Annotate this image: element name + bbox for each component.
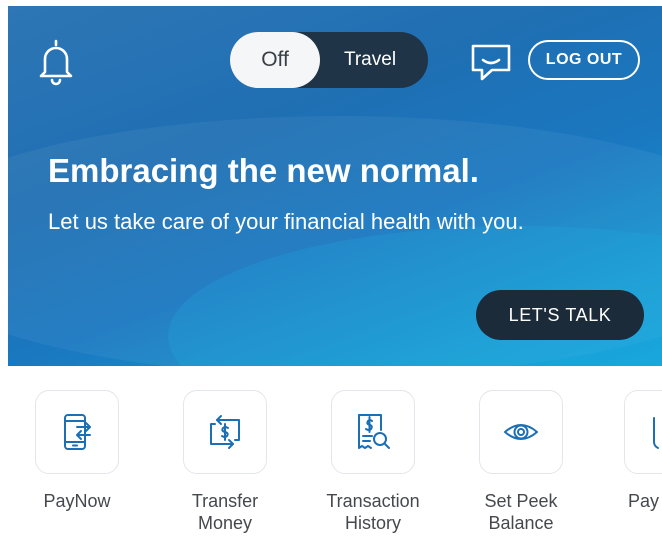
transfer-money-icon	[210, 415, 240, 449]
travel-mode-toggle[interactable]: Off Travel	[230, 32, 428, 88]
shortcut-label: PayNow	[43, 491, 111, 511]
shortcut-transaction-history[interactable]: Transaction History	[308, 390, 438, 534]
shortcut-label: Transaction History	[326, 491, 420, 533]
shortcut-paynow[interactable]: PayNow	[12, 390, 142, 512]
shortcut-label: Pay	[628, 491, 660, 511]
shortcut-pay-partial[interactable]: Pay	[604, 390, 662, 512]
shortcut-label: Transfer Money	[191, 491, 259, 533]
shortcut-transfer-money[interactable]: Transfer Money	[160, 390, 290, 534]
chat-icon[interactable]	[470, 42, 512, 84]
shortcut-set-peek-balance[interactable]: Set Peek Balance	[456, 390, 586, 534]
bell-icon[interactable]	[36, 38, 76, 86]
shortcut-tile[interactable]	[624, 390, 662, 474]
phone-transfer-icon	[64, 414, 91, 450]
eye-icon	[504, 424, 538, 440]
shortcut-tile[interactable]	[479, 390, 563, 474]
banner-subline: Let us take care of your financial healt…	[48, 209, 524, 234]
shortcut-tile[interactable]	[35, 390, 119, 474]
partial-icon	[653, 417, 659, 449]
shortcut-tile[interactable]	[183, 390, 267, 474]
shortcut-tile[interactable]	[331, 390, 415, 474]
shortcut-label: Set Peek Balance	[484, 491, 558, 533]
promo-banner: Off Travel LOG OUT Embracing the new nor…	[8, 6, 662, 366]
toggle-off-option[interactable]: Off	[230, 32, 320, 88]
lets-talk-button[interactable]: LET'S TALK	[476, 290, 644, 340]
toggle-travel-option[interactable]: Travel	[320, 49, 428, 71]
receipt-search-icon	[358, 414, 390, 449]
logout-button[interactable]: LOG OUT	[528, 40, 640, 80]
banner-headline: Embracing the new normal.	[48, 152, 479, 189]
